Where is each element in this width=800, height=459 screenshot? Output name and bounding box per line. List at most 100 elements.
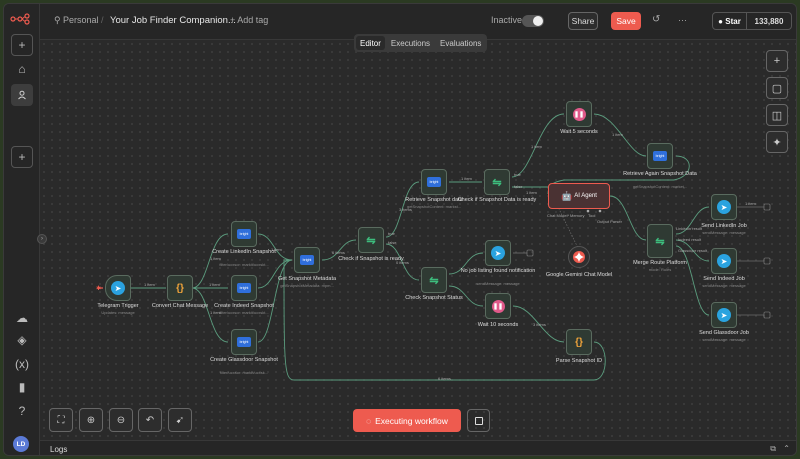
edge-label: 1 item [745,201,756,206]
github-star-label: Star [725,16,741,26]
node-label: Retrieve Again Snapshot Data [623,171,697,177]
edge-label: Glassdoor result [678,248,708,253]
brightdata-icon: bright [300,255,314,265]
save-button[interactable]: Save [611,12,641,30]
status-label: Inactive [491,15,523,25]
variables-icon[interactable]: (x) [11,353,33,375]
node-label: Create Glassdoor Snapshot [210,357,278,363]
ai-assistant-icon[interactable]: ✦ [766,131,788,153]
edge-label: Indeed result [678,237,702,242]
telegram-icon: ➤ [717,308,731,322]
stop-icon [474,416,483,425]
node-check-data-ready[interactable]: ⇋ [484,169,510,195]
node-subtitle: sendMessage: message [702,337,746,342]
node-create-indeed[interactable]: bright [231,275,257,301]
add-icon[interactable]: + [11,34,33,56]
cloud-icon[interactable]: ☁ [11,307,33,329]
home-icon[interactable]: ⌂ [11,58,33,80]
left-sidebar: + ⌂ + ☁ ◈ (x) ▮ ? LD [4,4,40,455]
collapse-sidebar-icon[interactable]: › [37,234,47,244]
tidy-up-icon[interactable]: ➹ [168,408,192,432]
node-create-glassdoor[interactable]: bright [231,329,257,355]
node-label: Wait 5 seconds [560,129,598,135]
popout-icon[interactable]: ⧉ [770,444,776,454]
tab-evaluations[interactable]: Evaluations [436,36,485,50]
workflow-title[interactable]: Your Job Finder Companion... [110,15,236,26]
zoom-in-icon[interactable]: ⊕ [79,408,103,432]
node-label: Check if Snapshot is ready [338,256,404,262]
telegram-icon: ➤ [717,200,731,214]
undo-icon[interactable]: ↶ [138,408,162,432]
switch-icon: ⇋ [655,235,665,248]
node-convert-chat[interactable]: {} [167,275,193,301]
edge-label: 1 item [526,190,537,195]
project-icon: ⚲ [54,15,61,25]
node-subtitle: mode: Rules [648,267,672,272]
node-subtitle: filter/ucxsor: markit/ucxskt... [219,310,269,315]
node-send-linkedin[interactable]: ➤ [711,194,737,220]
port-label: Chat Model* [547,213,570,218]
share-button[interactable]: Share [568,12,598,30]
edge-label: 1 item [144,282,155,287]
node-label: Send Indeed Job [703,276,745,282]
zoom-out-icon[interactable]: ⊖ [109,408,133,432]
node-gemini-model[interactable] [568,246,590,268]
tab-executions[interactable]: Executions [387,36,434,50]
avatar[interactable]: LD [13,436,29,452]
execute-workflow-button[interactable]: ◌ Executing workflow [353,409,461,432]
node-subtitle: getSnapshotMetadata: mpm... [280,283,334,288]
node-create-linkedin[interactable]: bright [231,221,257,247]
node-merge-route[interactable]: ⇋ [647,224,673,258]
telegram-icon: ➤ [111,281,125,295]
add-project-icon[interactable]: + [11,146,33,168]
add-node-icon[interactable]: + [766,50,788,72]
node-telegram-trigger[interactable]: ➤ [105,275,131,301]
node-no-job[interactable]: ➤ [485,240,511,266]
active-toggle[interactable] [522,15,544,27]
node-label: Send Glassdoor Job [699,330,749,336]
tab-editor[interactable]: Editor [356,36,385,50]
insights-icon[interactable]: ▮ [11,376,33,398]
chevron-up-icon[interactable]: ⌃ [783,444,790,453]
node-subtitle: Updates: message [101,310,135,315]
node-subtitle: sendMessage: message [476,281,520,286]
node-label: Send LinkedIn Job [701,223,747,229]
edge-label: 6 items [332,250,345,255]
brightdata-icon: bright [237,337,251,347]
fit-view-icon[interactable]: ⛶ [49,408,73,432]
templates-icon[interactable]: ◈ [11,329,33,351]
node-retrieve-again[interactable]: bright [647,143,673,169]
github-star-button[interactable]: ● Star 133,880 [712,12,792,30]
edge-label: 1 item [531,144,542,149]
app-window: + ⌂ + ☁ ◈ (x) ▮ ? LD ⚲ Personal / Your J… [3,3,797,456]
more-options-button[interactable]: ··· [678,15,687,25]
user-icon[interactable] [11,84,33,106]
brightdata-icon: bright [237,229,251,239]
node-send-indeed[interactable]: ➤ [711,248,737,274]
history-icon[interactable]: ↺ [652,14,660,25]
node-get-metadata[interactable]: bright [294,247,320,273]
project-breadcrumb[interactable]: Personal [63,15,99,25]
node-ai-agent[interactable]: 🤖 AI Agent [548,183,610,209]
node-parse-id[interactable]: {} [566,329,592,355]
github-icon: ● [718,16,724,26]
brightdata-icon: bright [237,283,251,293]
node-wait-5[interactable]: ❚❚ [566,101,592,127]
node-check-ready[interactable]: ⇋ [358,227,384,253]
node-send-glassdoor[interactable]: ➤ [711,302,737,328]
add-tag-button[interactable]: + Add tag [230,15,268,25]
help-icon[interactable]: ? [11,400,33,422]
node-wait-10[interactable]: ❚❚ [485,293,511,319]
node-check-status[interactable]: ⇋ [421,267,447,293]
sticky-note-icon[interactable]: ▢ [766,77,788,99]
node-label: Create Indeed Snapshot [214,303,274,309]
n8n-logo[interactable] [10,13,34,25]
view-tabs: Editor Executions Evaluations [354,34,487,52]
logs-panel[interactable]: Logs ⧉ ⌃ [40,440,796,455]
node-label: Wait 10 seconds [477,322,519,328]
panel-toggle-icon[interactable]: ◫ [766,104,788,126]
breadcrumb-separator: / [101,15,104,25]
pause-icon: ❚❚ [572,107,586,121]
node-retrieve-data[interactable]: bright [421,169,447,195]
stop-execution-button[interactable] [467,409,490,432]
